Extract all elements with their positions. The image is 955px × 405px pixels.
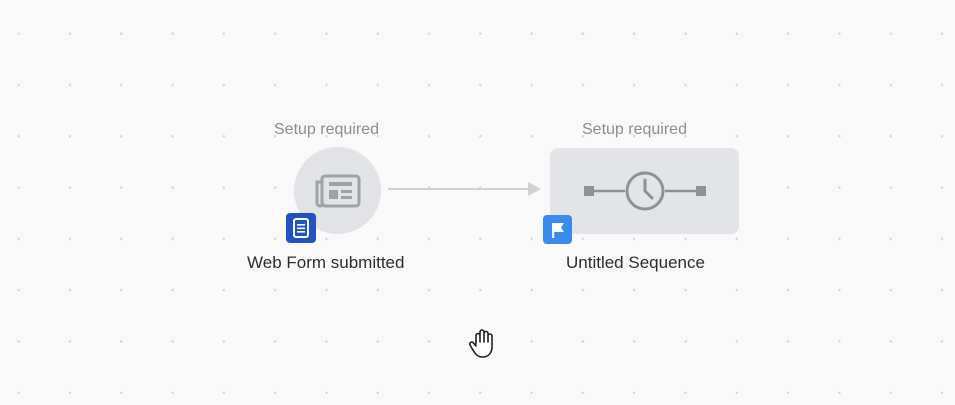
form-icon <box>292 218 310 238</box>
form-badge <box>286 213 316 243</box>
flag-icon <box>550 221 566 239</box>
newspaper-icon <box>313 172 363 210</box>
hand-cursor-icon <box>469 329 493 358</box>
connector-arrow <box>388 182 541 196</box>
flag-badge <box>543 215 572 244</box>
sequence-node[interactable] <box>550 148 739 234</box>
workflow-canvas[interactable]: Setup required Web Form submitted Setup … <box>0 0 955 405</box>
action-title: Untitled Sequence <box>566 253 705 272</box>
timeline-clock-icon <box>570 166 720 216</box>
trigger-status-label: Setup required <box>274 121 379 138</box>
trigger-title: Web Form submitted <box>247 253 405 272</box>
action-status-label: Setup required <box>582 121 687 138</box>
